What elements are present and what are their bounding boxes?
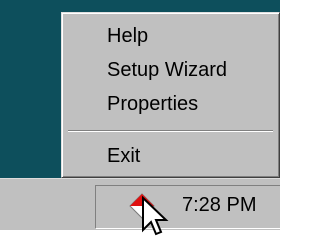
mouse-pointer-icon <box>141 195 169 240</box>
taskbar-bottom-edge <box>0 230 280 247</box>
menu-separator <box>68 130 273 132</box>
taskbar: 7:28 PM <box>0 178 280 230</box>
menu-item-setup-wizard[interactable]: Setup Wizard <box>107 58 227 82</box>
menu-item-exit[interactable]: Exit <box>107 144 140 168</box>
system-tray: 7:28 PM <box>95 185 280 229</box>
tray-context-menu: Help Setup Wizard Properties Exit <box>61 12 280 178</box>
menu-item-help[interactable]: Help <box>107 24 148 48</box>
menu-item-properties[interactable]: Properties <box>107 92 198 116</box>
tray-clock[interactable]: 7:28 PM <box>182 194 256 217</box>
